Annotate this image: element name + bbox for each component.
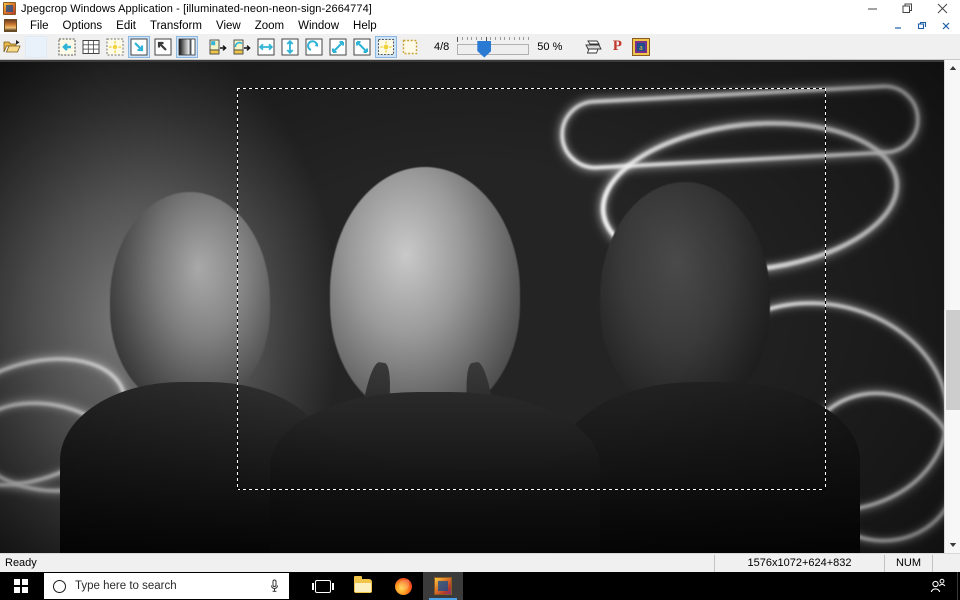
- jpegcrop-window: Jpegcrop Windows Application - [illumina…: [0, 0, 960, 600]
- folder-icon: [354, 576, 372, 593]
- print-button[interactable]: [582, 36, 604, 58]
- slider-ticks: [457, 36, 530, 42]
- menu-view[interactable]: View: [209, 19, 248, 33]
- system-tray: [919, 572, 960, 600]
- photo-vignette: [0, 62, 944, 553]
- scroll-up-arrow[interactable]: [945, 60, 960, 76]
- grid-button[interactable]: [80, 36, 102, 58]
- menu-help[interactable]: Help: [346, 19, 384, 33]
- maximize-restore-button[interactable]: [890, 0, 925, 17]
- menu-file[interactable]: File: [23, 19, 56, 33]
- task-view-button[interactable]: [303, 572, 343, 600]
- select-bottom-right-button[interactable]: [128, 35, 150, 58]
- select-all-button[interactable]: [104, 36, 126, 58]
- window-title: Jpegcrop Windows Application - [illumina…: [21, 2, 372, 15]
- status-resize-grip: [932, 554, 960, 572]
- aspect-free-button[interactable]: [399, 36, 421, 58]
- preview-button[interactable]: P: [606, 36, 628, 58]
- title-bar: Jpegcrop Windows Application - [illumina…: [0, 0, 960, 17]
- close-button[interactable]: [925, 0, 960, 17]
- preview-button-label: P: [612, 38, 622, 54]
- mdi-minimize-button[interactable]: [886, 18, 910, 33]
- search-circle-icon: [53, 579, 66, 593]
- firefox-button[interactable]: [383, 572, 423, 600]
- scrollbar-thumb[interactable]: [946, 310, 960, 410]
- save-as-button: [25, 35, 47, 58]
- task-view-icon: [312, 579, 334, 593]
- status-num-lock: NUM: [884, 554, 932, 572]
- status-dimensions: 1576x1072+624+832: [714, 554, 884, 572]
- menu-zoom[interactable]: Zoom: [248, 19, 291, 33]
- jpegcrop-app-icon: [3, 2, 16, 15]
- rotate-button[interactable]: [303, 36, 325, 58]
- gradient-preview-button[interactable]: [176, 35, 198, 58]
- zoom-level-label: 50 %: [537, 40, 563, 53]
- menu-edit[interactable]: Edit: [109, 19, 143, 33]
- flip-vertical-button[interactable]: [279, 36, 301, 58]
- mdi-window-controls: [886, 18, 958, 33]
- scroll-down-arrow[interactable]: [945, 537, 960, 553]
- people-share-icon[interactable]: [919, 578, 957, 594]
- flip-horizontal-button[interactable]: [255, 36, 277, 58]
- exif-right-button[interactable]: [231, 36, 253, 58]
- windows-taskbar: Type here to search: [0, 572, 960, 600]
- mdi-document-icon[interactable]: [4, 19, 17, 32]
- jpegcrop-button[interactable]: [423, 572, 463, 600]
- main-toolbar: 4/8 50 % P a: [0, 34, 960, 60]
- menu-window[interactable]: Window: [291, 19, 346, 33]
- windows-start-icon[interactable]: [0, 572, 42, 600]
- status-message: Ready: [5, 557, 37, 569]
- vertical-scrollbar[interactable]: [944, 60, 960, 553]
- mdi-close-button[interactable]: [934, 18, 958, 33]
- photo-image[interactable]: [0, 62, 944, 553]
- transpose-button[interactable]: [327, 36, 349, 58]
- fraction-label: 4/8: [434, 40, 450, 53]
- menu-transform[interactable]: Transform: [143, 19, 209, 33]
- menu-options[interactable]: Options: [56, 19, 110, 33]
- menu-bar: File Options Edit Transform View Zoom Wi…: [0, 17, 960, 34]
- slider-groove: [457, 43, 530, 55]
- search-placeholder: Type here to search: [75, 580, 177, 592]
- zoom-slider[interactable]: [457, 36, 530, 58]
- exif-left-button[interactable]: [207, 36, 229, 58]
- aspect-fixed-button[interactable]: [375, 35, 397, 58]
- svg-text:a: a: [640, 43, 644, 52]
- status-bar: Ready 1576x1072+624+832 NUM: [0, 553, 960, 572]
- slider-thumb[interactable]: [477, 40, 492, 58]
- window-controls: [855, 0, 960, 17]
- crop-to-selection-button[interactable]: [56, 36, 78, 58]
- search-input[interactable]: Type here to search: [44, 573, 289, 599]
- file-explorer-button[interactable]: [343, 572, 383, 600]
- jpegcrop-icon: [434, 577, 452, 595]
- mdi-restore-button[interactable]: [910, 18, 934, 33]
- open-file-button[interactable]: [1, 36, 23, 58]
- firefox-icon: [394, 577, 412, 595]
- minimize-button[interactable]: [855, 0, 890, 17]
- transverse-button[interactable]: [351, 36, 373, 58]
- about-button[interactable]: a: [630, 36, 652, 58]
- microphone-icon[interactable]: [270, 579, 279, 593]
- image-canvas[interactable]: [0, 60, 960, 553]
- select-top-left-button[interactable]: [152, 36, 174, 58]
